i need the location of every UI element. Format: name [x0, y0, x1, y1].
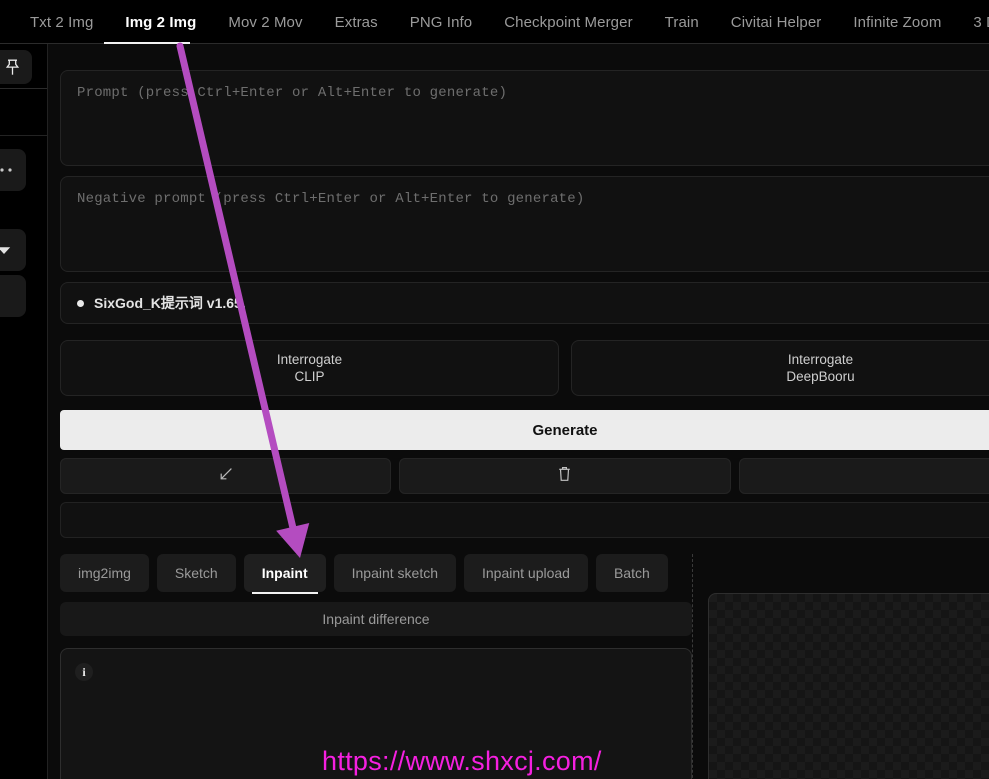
- trash-icon: [558, 466, 571, 487]
- interrogate-deepbooru-button[interactable]: Interrogate DeepBooru: [571, 340, 989, 396]
- chevron-down-icon: [0, 246, 11, 255]
- panel-split-divider[interactable]: [692, 554, 693, 779]
- mode-tab-inpaint[interactable]: Inpaint: [243, 554, 326, 594]
- clear-prompt-button[interactable]: [399, 458, 731, 494]
- generate-button-label: Generate: [532, 421, 598, 439]
- negative-prompt-input[interactable]: Negative prompt (press Ctrl+Enter or Alt…: [60, 176, 989, 272]
- ellipsis-icon-button[interactable]: [0, 149, 26, 191]
- mode-tab-inpaint-upload[interactable]: Inpaint upload: [464, 554, 588, 592]
- app-root: Txt 2 Img Img 2 Img Mov 2 Mov Extras PNG…: [0, 0, 989, 779]
- left-rail: [0, 44, 48, 779]
- interrogate-deepbooru-line1: Interrogate: [787, 352, 854, 367]
- tab-txt2img[interactable]: Txt 2 Img: [14, 0, 109, 44]
- arrow-down-left-icon: [219, 467, 233, 486]
- mode-tab-batch[interactable]: Batch: [595, 554, 668, 592]
- tab-civitai-helper[interactable]: Civitai Helper: [715, 0, 838, 44]
- interrogate-clip-line2: CLIP: [294, 369, 325, 384]
- prompt-input[interactable]: Prompt (press Ctrl+Enter or Alt+Enter to…: [60, 70, 989, 166]
- info-icon[interactable]: i: [75, 663, 93, 681]
- interrogate-deepbooru-line2: DeepBooru: [786, 369, 855, 384]
- tab-checkpoint-merger[interactable]: Checkpoint Merger: [488, 0, 648, 44]
- watermark-url: https://www.shxcj.com/: [322, 746, 602, 776]
- tab-extras[interactable]: Extras: [319, 0, 394, 44]
- tab-mov2mov[interactable]: Mov 2 Mov: [212, 0, 318, 44]
- pin-icon: [5, 59, 20, 76]
- top-tab-list: Txt 2 Img Img 2 Img Mov 2 Mov Extras PNG…: [0, 0, 989, 44]
- pin-icon-button[interactable]: [0, 50, 32, 84]
- tab-infinite-zoom[interactable]: Infinite Zoom: [837, 0, 957, 44]
- interrogate-row: Interrogate CLIP Interrogate DeepBooru: [60, 340, 989, 396]
- restore-progress-button[interactable]: [60, 458, 392, 494]
- mode-tab-sketch[interactable]: Sketch: [156, 554, 236, 592]
- rail-top-divider: [0, 88, 47, 89]
- inpaint-difference-label: Inpaint difference: [322, 611, 430, 627]
- negative-prompt-placeholder: Negative prompt (press Ctrl+Enter or Alt…: [77, 191, 585, 207]
- interrogate-clip-line1: Interrogate: [276, 352, 343, 367]
- rail-extra-button[interactable]: [0, 275, 26, 317]
- chevron-down-icon-button[interactable]: [0, 229, 26, 271]
- extension-accordion[interactable]: SixGod_K提示词 v1.65.: [60, 282, 989, 324]
- tab-3d-openpose[interactable]: 3 D Openp: [957, 0, 989, 44]
- mode-tab-inpaint-sketch[interactable]: Inpaint sketch: [333, 554, 456, 592]
- main-content: Prompt (press Ctrl+Enter or Alt+Enter to…: [48, 44, 989, 779]
- tab-png-info[interactable]: PNG Info: [394, 0, 489, 44]
- apply-style-button[interactable]: [738, 458, 989, 494]
- styles-bar[interactable]: [60, 502, 989, 538]
- prompt-action-row: [60, 458, 989, 494]
- tab-img2img[interactable]: Img 2 Img: [109, 0, 212, 44]
- generate-button[interactable]: Generate: [60, 410, 989, 450]
- extension-label: SixGod_K提示词 v1.65.: [94, 295, 246, 311]
- output-panel: [708, 554, 989, 779]
- ellipsis-icon: [0, 167, 17, 173]
- prompt-placeholder: Prompt (press Ctrl+Enter or Alt+Enter to…: [77, 85, 508, 101]
- interrogate-clip-button[interactable]: Interrogate CLIP: [60, 340, 559, 396]
- image-preview-checkerboard[interactable]: [708, 593, 989, 779]
- top-tab-bar: Txt 2 Img Img 2 Img Mov 2 Mov Extras PNG…: [0, 0, 989, 44]
- mode-tab-list: img2img Sketch Inpaint Inpaint sketch In…: [60, 554, 692, 594]
- bullet-icon: [77, 299, 84, 307]
- inpaint-difference-tab[interactable]: Inpaint difference: [60, 602, 692, 636]
- rail-separator: [0, 135, 47, 136]
- tab-train[interactable]: Train: [649, 0, 715, 44]
- mode-tab-img2img[interactable]: img2img: [60, 554, 149, 592]
